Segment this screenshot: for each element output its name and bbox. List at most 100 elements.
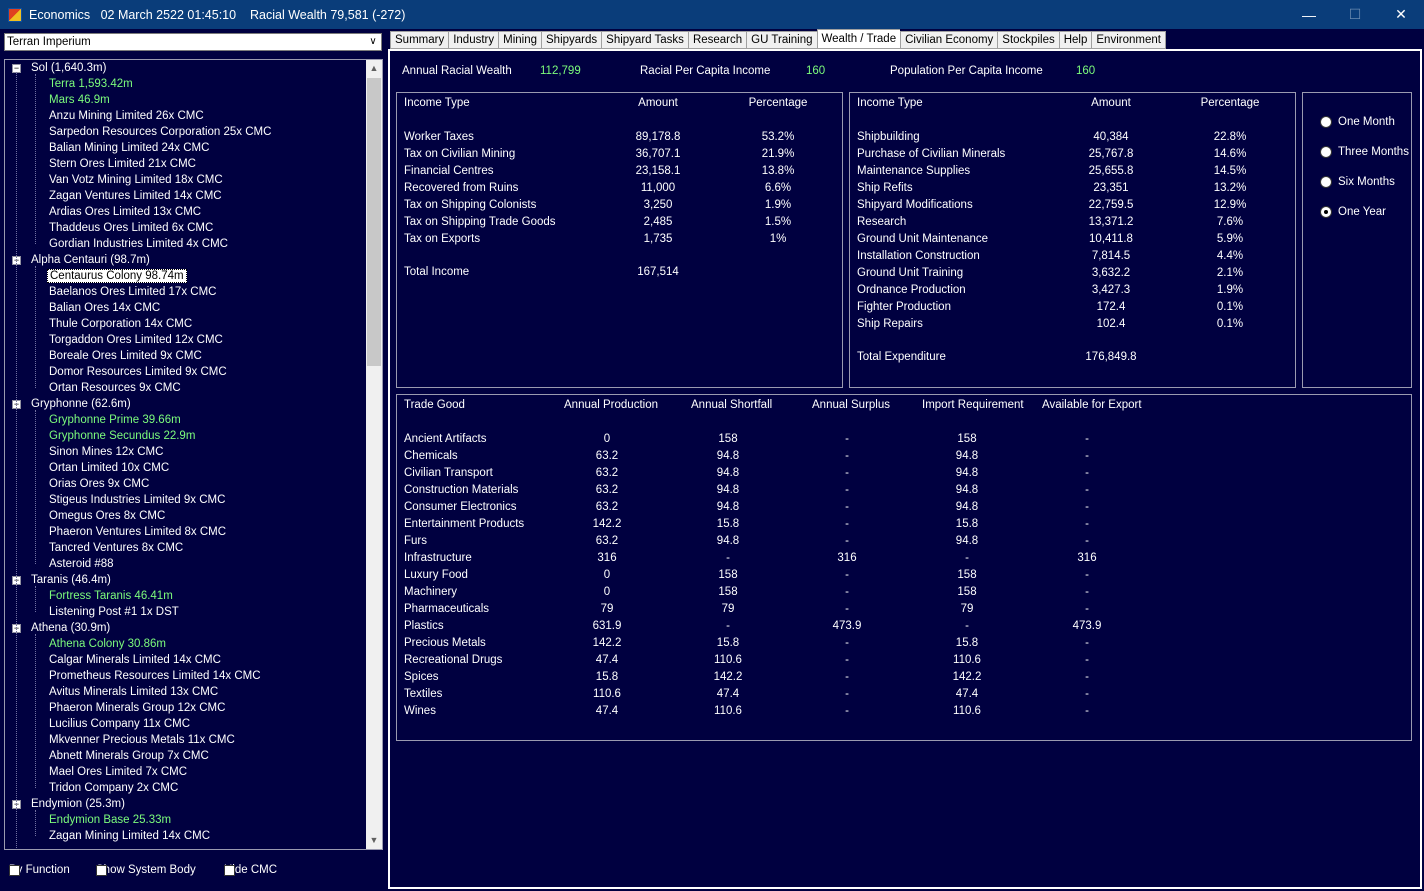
trade-cell: 63.2 [595, 501, 619, 513]
tree-body-node[interactable]: Orias Ores 9x CMC [5, 476, 367, 492]
minimize-button[interactable]: — [1286, 0, 1332, 29]
tree-body-node[interactable]: Thule Corporation 14x CMC [5, 316, 367, 332]
tab-industry[interactable]: Industry [448, 31, 499, 49]
radio-icon[interactable] [1320, 176, 1332, 188]
radio-icon[interactable] [1320, 116, 1332, 128]
tree-body-node[interactable]: Fortress Taranis 46.41m [5, 588, 367, 604]
radio-label: Six Months [1338, 176, 1395, 188]
expenditure-cell: 12.9% [1213, 199, 1247, 211]
period-radio-one-month[interactable]: One Month [1320, 116, 1395, 128]
tree-body-node[interactable]: Tancred Ventures 8x CMC [5, 540, 367, 556]
tree-system-node[interactable]: − Endymion (25.3m) [5, 796, 367, 812]
by-function-checkbox[interactable]: By Function [9, 863, 70, 877]
tree-body-node[interactable]: Prometheus Resources Limited 14x CMC [5, 668, 367, 684]
tree-body-node[interactable]: Mkvenner Precious Metals 11x CMC [5, 732, 367, 748]
tree-system-node[interactable]: − Taranis (46.4m) [5, 572, 367, 588]
checkbox-icon[interactable] [224, 864, 235, 876]
period-radio-three-months[interactable]: Three Months [1320, 146, 1409, 158]
tab-wealth-trade[interactable]: Wealth / Trade [816, 29, 901, 49]
radio-icon[interactable] [1320, 146, 1332, 158]
tree-body-node[interactable]: Ortan Resources 9x CMC [5, 380, 367, 396]
tree-body-node[interactable]: Gryphonne Prime 39.66m [5, 412, 367, 428]
tree-body-node[interactable]: Zagan Mining Limited 14x CMC [5, 828, 367, 844]
chevron-down-icon[interactable]: ∨ [365, 34, 381, 50]
tree-body-node[interactable]: Gryphonne Secundus 22.9m [5, 428, 367, 444]
tree-body-node[interactable]: Asteroid #88 [5, 556, 367, 572]
tree-body-node[interactable]: Balian Mining Limited 24x CMC [5, 140, 367, 156]
tree-node-label: Calgar Minerals Limited 14x CMC [49, 654, 221, 666]
tree-body-node[interactable]: Sarpedon Resources Corporation 25x CMC [5, 124, 367, 140]
tab-environment[interactable]: Environment [1091, 31, 1166, 49]
trade-cell: 158 [957, 433, 977, 445]
tree-body-node[interactable]: Lucilius Company 11x CMC [5, 716, 367, 732]
tree-body-node[interactable]: Gordian Industries Limited 4x CMC [5, 236, 367, 252]
tree-body-node[interactable]: Calgar Minerals Limited 14x CMC [5, 652, 367, 668]
close-button[interactable]: ✕ [1378, 0, 1424, 29]
tree-system-node[interactable]: − Alpha Centauri (98.7m) [5, 252, 367, 268]
tree-body-node[interactable]: Phaeron Ventures Limited 8x CMC [5, 524, 367, 540]
tree-body-node[interactable]: Tridon Company 2x CMC [5, 780, 367, 796]
tree-body-node[interactable]: Phaeron Minerals Group 12x CMC [5, 700, 367, 716]
checkbox-icon[interactable] [9, 864, 20, 876]
tab-gu-training[interactable]: GU Training [746, 31, 817, 49]
tab-mining[interactable]: Mining [498, 31, 542, 49]
trade-cell: 63.2 [595, 484, 619, 496]
tree-body-node[interactable]: Avitus Minerals Limited 13x CMC [5, 684, 367, 700]
tab-civilian-economy[interactable]: Civilian Economy [900, 31, 998, 49]
population-tree[interactable]: − Sol (1,640.3m) Terra 1,593.42m Mars 46.9m… [4, 59, 383, 850]
tree-system-node[interactable]: − Gryphonne (62.6m) [5, 396, 367, 412]
scroll-thumb[interactable] [367, 78, 381, 366]
tree-body-node[interactable]: Balian Ores 14x CMC [5, 300, 367, 316]
tree-body-node[interactable]: Stern Ores Limited 21x CMC [5, 156, 367, 172]
tree-body-node[interactable]: Zagan Ventures Limited 14x CMC [5, 188, 367, 204]
tree-body-node[interactable]: Mael Ores Limited 7x CMC [5, 764, 367, 780]
tab-summary[interactable]: Summary [390, 31, 449, 49]
scroll-down-icon[interactable]: ▼ [366, 832, 382, 849]
tree-node-label: Stigeus Industries Limited 9x CMC [49, 494, 226, 506]
scroll-up-icon[interactable]: ▲ [366, 60, 382, 77]
tree-body-node[interactable]: Ardias Ores Limited 13x CMC [5, 204, 367, 220]
tab-help[interactable]: Help [1058, 31, 1092, 49]
trade-good-name: Infrastructure [404, 552, 472, 564]
tree-system-node[interactable]: − Sol (1,640.3m) [5, 60, 367, 76]
period-radio-six-months[interactable]: Six Months [1320, 176, 1395, 188]
expenditure-cell: Shipbuilding [857, 131, 920, 143]
tab-stockpiles[interactable]: Stockpiles [997, 31, 1059, 49]
tree-body-node[interactable]: Abnett Minerals Group 7x CMC [5, 748, 367, 764]
tree-node-label: Anzu Mining Limited 26x CMC [49, 110, 204, 122]
tree-body-node[interactable]: Listening Post #1 1x DST [5, 604, 367, 620]
tree-body-node[interactable]: Stigeus Industries Limited 9x CMC [5, 492, 367, 508]
trade-cell: - [1085, 467, 1089, 479]
empire-select[interactable]: Terran Imperium ∨ [4, 33, 382, 51]
tree-body-node[interactable]: Boreale Ores Limited 9x CMC [5, 348, 367, 364]
tree-system-node[interactable]: − Athena (30.9m) [5, 620, 367, 636]
period-radio-one-year[interactable]: One Year [1320, 206, 1386, 218]
tree-body-node[interactable]: Anzu Mining Limited 26x CMC [5, 108, 367, 124]
tree-body-node[interactable]: Van Votz Mining Limited 18x CMC [5, 172, 367, 188]
tree-body-node[interactable]: Athena Colony 30.86m [5, 636, 367, 652]
tree-body-node[interactable]: Thaddeus Ores Limited 6x CMC [5, 220, 367, 236]
tab-shipyard-tasks[interactable]: Shipyard Tasks [601, 31, 688, 49]
tree-body-node[interactable]: Terra 1,593.42m [5, 76, 367, 92]
trade-cell: 158 [957, 586, 977, 598]
tab-shipyards[interactable]: Shipyards [541, 31, 602, 49]
radio-icon[interactable] [1320, 206, 1332, 218]
tree-body-node[interactable]: Endymion Base 25.33m [5, 812, 367, 828]
tree-body-node[interactable]: Mars 46.9m [5, 92, 367, 108]
tree-body-node[interactable]: Torgaddon Ores Limited 12x CMC [5, 332, 367, 348]
tree-node-label: Asteroid #88 [49, 558, 114, 570]
tree-body-node[interactable]: Omegus Ores 8x CMC [5, 508, 367, 524]
income-cell: 6.6% [764, 182, 792, 194]
show-system-body-checkbox[interactable]: Show System Body [96, 863, 196, 877]
tree-scrollbar[interactable]: ▲ ▼ [366, 60, 382, 849]
tree-body-node[interactable]: Domor Resources Limited 9x CMC [5, 364, 367, 380]
tree-body-node[interactable]: Sinon Mines 12x CMC [5, 444, 367, 460]
checkbox-icon[interactable] [96, 864, 107, 876]
tree-body-node[interactable]: Centaurus Colony 98.74m [5, 268, 367, 284]
income-cell: 36,707.1 [635, 148, 681, 160]
tree-body-node[interactable]: Baelanos Ores Limited 17x CMC [5, 284, 367, 300]
maximize-button[interactable]: ☐ [1332, 0, 1378, 29]
tree-body-node[interactable]: Ortan Limited 10x CMC [5, 460, 367, 476]
hide-cmc-checkbox[interactable]: Hide CMC [224, 863, 277, 877]
tab-research[interactable]: Research [687, 31, 747, 49]
